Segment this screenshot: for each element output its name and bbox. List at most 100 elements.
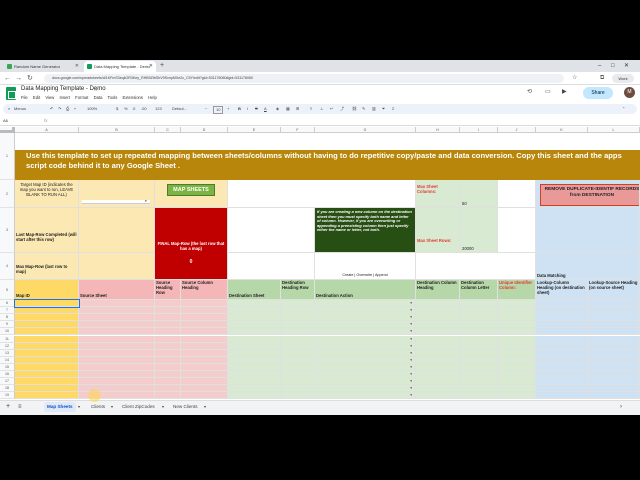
row-header-13[interactable]: 13	[0, 349, 15, 357]
table-cell[interactable]	[181, 363, 228, 371]
table-cell[interactable]	[281, 335, 315, 343]
table-cell[interactable]	[281, 314, 315, 322]
table-cell[interactable]	[588, 371, 640, 379]
dropdown-arrow-icon[interactable]: ▾	[410, 379, 412, 383]
url-field[interactable]: docs.google.com/spreadsheets/d/1KFmS3eqk…	[44, 74, 564, 83]
row-header-18[interactable]: 18	[0, 385, 15, 393]
table-cell[interactable]	[228, 392, 281, 400]
table-cell[interactable]	[155, 356, 181, 364]
table-cell[interactable]	[416, 342, 460, 350]
font-select[interactable]: Defaul...	[172, 105, 187, 113]
redo-icon[interactable]: ↷	[58, 105, 61, 113]
table-cell[interactable]	[181, 335, 228, 343]
table-cell[interactable]	[416, 356, 460, 364]
table-cell[interactable]	[155, 371, 181, 379]
map-sheets-button[interactable]: MAP SHEETS	[167, 184, 215, 196]
table-cell[interactable]	[281, 342, 315, 350]
new-tab-icon[interactable]: +	[160, 61, 164, 71]
table-cell[interactable]	[536, 328, 588, 336]
table-cell[interactable]	[155, 328, 181, 336]
row-header-10[interactable]: 10	[0, 328, 15, 336]
row-header-12[interactable]: 12	[0, 342, 15, 350]
dropdown-arrow-icon[interactable]: ▾	[410, 308, 412, 312]
row-header-14[interactable]: 14	[0, 356, 15, 364]
table-cell[interactable]	[588, 307, 640, 315]
target-map-id-cell[interactable]: Target Map ID (indicates the map you wan…	[15, 180, 79, 208]
table-cell[interactable]	[588, 335, 640, 343]
dropdown-arrow-icon[interactable]: ▾	[410, 393, 412, 397]
dropdown-arrow-icon[interactable]: ▾	[410, 301, 412, 305]
row-header-19[interactable]: 19	[0, 392, 15, 400]
table-cell[interactable]	[498, 314, 536, 322]
table-cell[interactable]	[460, 342, 498, 350]
comments-icon[interactable]: ▭	[545, 88, 551, 95]
table-cell[interactable]	[460, 385, 498, 393]
dropdown-arrow-icon[interactable]: ▾	[410, 337, 412, 341]
close-icon[interactable]: ✕	[75, 61, 79, 72]
dropdown-arrow-icon[interactable]: ▾	[410, 322, 412, 326]
row-header-6[interactable]: 6	[0, 300, 15, 308]
row-header-5[interactable]: 5	[0, 280, 15, 300]
wrap-icon[interactable]: ↵	[330, 105, 333, 113]
dropdown-arrow-icon[interactable]: ▾	[410, 329, 412, 333]
table-cell[interactable]	[228, 356, 281, 364]
table-cell[interactable]	[15, 307, 79, 315]
table-cell[interactable]	[416, 363, 460, 371]
table-cell[interactable]	[416, 307, 460, 315]
table-cell[interactable]	[79, 321, 155, 329]
borders-icon[interactable]: ▦	[286, 105, 290, 113]
table-cell[interactable]	[15, 371, 79, 379]
table-cell[interactable]	[536, 349, 588, 357]
paint-format-icon[interactable]: ⌐	[74, 105, 76, 113]
print-icon[interactable]: ⎙	[66, 105, 69, 113]
dropdown-arrow-icon[interactable]: ▾	[410, 365, 412, 369]
header-lookup-column[interactable]: Lookup-Column Heading (on destination sh…	[536, 280, 588, 300]
table-cell[interactable]	[536, 363, 588, 371]
star-icon[interactable]: ☆	[93, 86, 98, 93]
maximize-icon[interactable]: □	[611, 60, 615, 72]
table-cell[interactable]	[498, 385, 536, 393]
table-cell[interactable]	[536, 335, 588, 343]
header-source-sheet[interactable]: Source Sheet	[79, 280, 155, 300]
add-sheet-icon[interactable]: +	[6, 402, 10, 412]
table-cell[interactable]	[588, 392, 640, 400]
table-cell[interactable]	[460, 356, 498, 364]
table-cell[interactable]	[15, 356, 79, 364]
bookmark-star-icon[interactable]: ☆	[572, 73, 577, 84]
table-cell[interactable]	[228, 371, 281, 379]
table-cell[interactable]	[15, 349, 79, 357]
chevron-down-icon[interactable]: ▾	[78, 402, 80, 412]
table-cell[interactable]	[536, 356, 588, 364]
table-cell[interactable]	[498, 356, 536, 364]
header-map-id[interactable]: Map ID	[15, 280, 79, 300]
table-cell[interactable]	[181, 371, 228, 379]
table-cell[interactable]	[181, 349, 228, 357]
dropdown-arrow-icon[interactable]: ▾	[410, 344, 412, 348]
table-cell[interactable]: ▾	[315, 371, 416, 379]
name-box[interactable]: A6	[3, 117, 8, 125]
table-cell[interactable]	[181, 385, 228, 393]
table-cell[interactable]	[588, 349, 640, 357]
minimize-icon[interactable]: –	[598, 60, 601, 72]
strikethrough-icon[interactable]: S	[255, 105, 258, 113]
table-cell[interactable]: ▾	[315, 335, 416, 343]
table-cell[interactable]	[460, 321, 498, 329]
history-icon[interactable]: ⟲	[527, 88, 532, 95]
dropdown-arrow-icon[interactable]: ▾	[410, 386, 412, 390]
table-cell[interactable]	[281, 349, 315, 357]
zoom-select[interactable]: 100%	[87, 105, 97, 113]
valign-icon[interactable]: ⊥	[320, 105, 323, 113]
table-cell[interactable]	[228, 335, 281, 343]
table-cell[interactable]	[15, 342, 79, 350]
table-cell[interactable]: ▾	[315, 300, 416, 308]
row-header-7[interactable]: 7	[0, 307, 15, 315]
table-cell[interactable]	[181, 328, 228, 336]
table-cell[interactable]	[588, 321, 640, 329]
table-cell[interactable]	[281, 307, 315, 315]
table-cell[interactable]	[498, 300, 536, 308]
table-cell[interactable]	[281, 363, 315, 371]
table-cell[interactable]	[281, 321, 315, 329]
row-header-1[interactable]: 1	[0, 133, 15, 180]
table-cell[interactable]	[79, 300, 155, 308]
menu-extensions[interactable]: Extensions	[123, 95, 143, 100]
